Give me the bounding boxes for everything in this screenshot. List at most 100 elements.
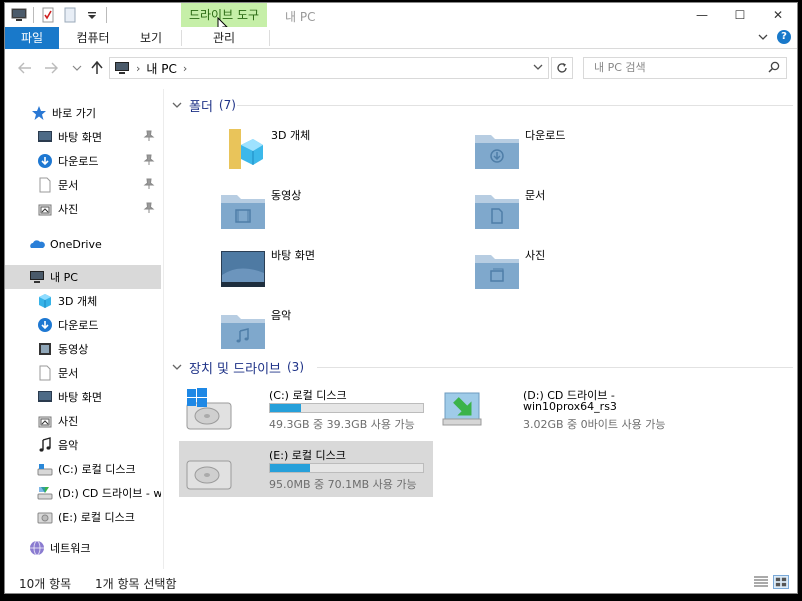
properties-icon[interactable]: [40, 7, 56, 23]
details-view-icon[interactable]: [753, 575, 769, 589]
document-icon: [39, 177, 51, 193]
document-folder-icon: [475, 195, 519, 229]
video-folder-icon: [221, 195, 265, 229]
ribbon-tabs: 파일 컴퓨터 보기 관리 ?: [5, 27, 797, 49]
refresh-button[interactable]: [551, 57, 573, 79]
pictures-folder-icon: [475, 255, 519, 289]
pin-icon[interactable]: [143, 202, 155, 214]
forward-button[interactable]: [41, 58, 61, 78]
nav-label: 네트워크: [50, 542, 91, 555]
folder-label: 음악: [271, 309, 292, 322]
tab-view[interactable]: 보기: [127, 27, 175, 49]
download-folder-icon: [475, 135, 519, 169]
folder-label: 다운로드: [525, 129, 566, 142]
music-icon: [39, 437, 51, 452]
folder-music[interactable]: 음악: [219, 301, 473, 357]
ribbon-controls: ?: [757, 30, 791, 44]
nav-this-pc[interactable]: 내 PC: [5, 265, 161, 289]
nav-pc-documents[interactable]: 문서: [5, 361, 161, 385]
nav-label: 3D 개체: [58, 295, 98, 308]
nav-pc-downloads[interactable]: 다운로드: [5, 313, 161, 337]
nav-pc-music[interactable]: 음악: [5, 433, 161, 457]
maximize-button[interactable]: ☐: [721, 3, 759, 27]
folder-3d-objects[interactable]: 3D 개체: [219, 121, 473, 177]
up-arrow-icon: [91, 61, 103, 74]
nav-quick-access[interactable]: 바로 가기: [5, 101, 161, 125]
nav-pc-3d-objects[interactable]: 3D 개체: [5, 289, 161, 313]
cd-drive-icon: [442, 392, 482, 426]
computer-icon[interactable]: [11, 7, 27, 23]
tab-manage[interactable]: 관리: [181, 27, 267, 49]
folder-label: 사진: [525, 249, 546, 262]
selection-count: 1개 항목 선택함: [95, 577, 177, 591]
folder-desktop[interactable]: 바탕 화면: [219, 241, 473, 297]
star-icon: [32, 106, 46, 120]
close-button[interactable]: ✕: [759, 3, 797, 27]
pin-icon[interactable]: [143, 154, 155, 166]
nav-quick-downloads[interactable]: 다운로드: [5, 149, 161, 173]
nav-label: (E:) 로컬 디스크: [58, 511, 135, 524]
tab-computer[interactable]: 컴퓨터: [63, 27, 123, 49]
nav-label: 바로 가기: [52, 107, 96, 120]
breadcrumb-chevron[interactable]: ›: [183, 62, 187, 75]
folder-downloads[interactable]: 다운로드: [473, 121, 727, 177]
computer-icon: [30, 271, 44, 283]
local-disk-icon: [37, 512, 53, 524]
nav-network[interactable]: 네트워크: [5, 536, 161, 560]
large-icons-view-icon[interactable]: [773, 575, 789, 589]
address-bar[interactable]: › 내 PC ›: [109, 57, 549, 79]
up-button[interactable]: [87, 58, 107, 78]
help-icon[interactable]: ?: [777, 30, 791, 44]
back-button[interactable]: [15, 58, 35, 78]
drive-c[interactable]: (C:) 로컬 디스크 49.3GB 중 39.3GB 사용 가능: [179, 381, 431, 437]
nav-quick-pictures[interactable]: 사진: [5, 197, 161, 221]
pin-icon[interactable]: [143, 130, 155, 142]
new-folder-icon[interactable]: [62, 7, 78, 23]
nav-pc-videos[interactable]: 동영상: [5, 337, 161, 361]
desktop-folder-icon: [221, 251, 265, 287]
recent-locations-button[interactable]: [67, 58, 87, 78]
folder-pictures[interactable]: 사진: [473, 241, 727, 297]
nav-quick-documents[interactable]: 문서: [5, 173, 161, 197]
3d-objects-icon: [39, 294, 51, 308]
nav-pc-pictures[interactable]: 사진: [5, 409, 161, 433]
address-dropdown-icon[interactable]: [532, 61, 544, 73]
content-pane: 폴더 (7) 3D 개체 다운로드 동영상 문서 바탕 화면 사진 음악 장치 …: [167, 89, 797, 569]
group-divider: [237, 105, 793, 106]
nav-pc-drive-d[interactable]: (D:) CD 드라이브 - w: [5, 481, 161, 505]
drive-usage-bar: [269, 463, 424, 473]
folders-group-header[interactable]: 폴더 (7): [171, 95, 236, 115]
nav-label: 문서: [58, 367, 79, 380]
folder-videos[interactable]: 동영상: [219, 181, 473, 237]
pane-divider[interactable]: [163, 89, 164, 569]
drives-group-header[interactable]: 장치 및 드라이브 (3): [171, 357, 304, 377]
drive-d[interactable]: (D:) CD 드라이브 - win10prox64_rs3 3.02GB 중 …: [433, 381, 685, 437]
customize-toolbar-icon[interactable]: [84, 7, 100, 23]
nav-label: 사진: [58, 415, 79, 428]
nav-onedrive[interactable]: OneDrive: [5, 232, 161, 256]
breadcrumb-this-pc[interactable]: 내 PC: [146, 60, 176, 77]
expand-ribbon-icon[interactable]: [757, 31, 769, 43]
nav-label: OneDrive: [50, 237, 102, 251]
minimize-button[interactable]: —: [683, 3, 721, 27]
drive-e[interactable]: (E:) 로컬 디스크 95.0MB 중 70.1MB 사용 가능: [179, 441, 433, 497]
nav-quick-desktop[interactable]: 바탕 화면: [5, 125, 161, 149]
nav-label: (D:) CD 드라이브 - w: [58, 487, 161, 500]
tab-file[interactable]: 파일: [5, 27, 59, 49]
breadcrumb-chevron[interactable]: ›: [136, 62, 140, 75]
folder-documents[interactable]: 문서: [473, 181, 727, 237]
search-input[interactable]: 내 PC 검색: [583, 57, 787, 79]
nav-pc-drive-c[interactable]: (C:) 로컬 디스크: [5, 457, 161, 481]
drive-usage-fill: [270, 464, 310, 472]
download-icon: [38, 154, 52, 168]
quick-access-toolbar: [11, 7, 107, 23]
nav-pc-desktop[interactable]: 바탕 화면: [5, 385, 161, 409]
nav-pc-drive-e[interactable]: (E:) 로컬 디스크: [5, 505, 161, 529]
nav-label: (C:) 로컬 디스크: [58, 463, 136, 476]
group-title: 장치 및 드라이브: [189, 361, 281, 377]
folder-label: 바탕 화면: [271, 249, 315, 262]
nav-label: 문서: [58, 179, 79, 192]
pin-icon[interactable]: [143, 178, 155, 190]
video-icon: [39, 343, 51, 355]
refresh-icon: [557, 63, 567, 73]
